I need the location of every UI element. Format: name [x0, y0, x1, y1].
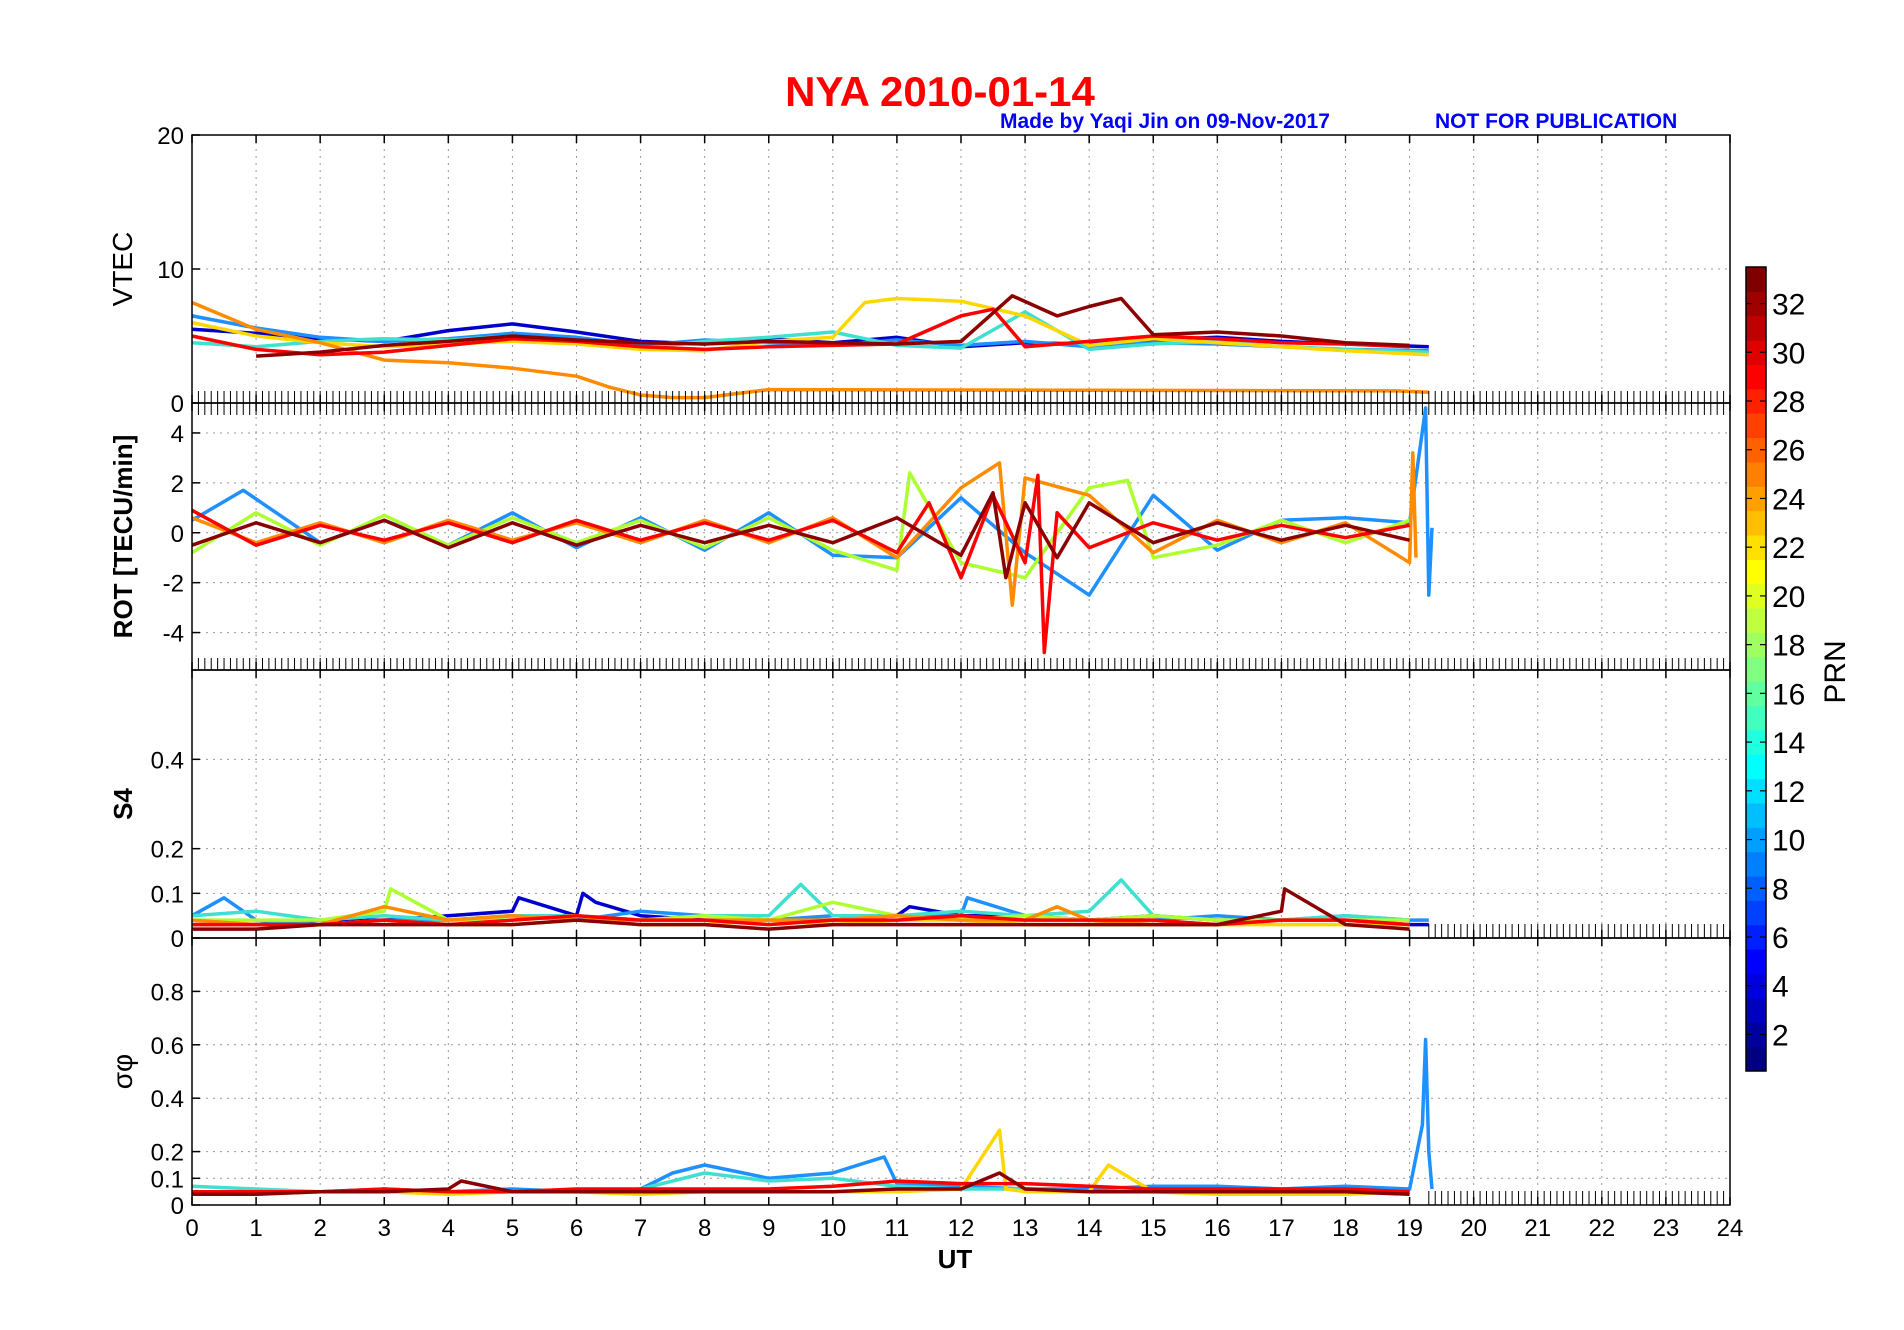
x-tick-label: 20 [1460, 1215, 1487, 1242]
panel-s4: 0 0.1 0.2 0.4 S4 [108, 669, 1731, 953]
y-tick-label: 20 [157, 123, 184, 150]
y-tick-label: 0 [171, 391, 184, 418]
x-tick-label: 1 [249, 1215, 262, 1242]
series-line-sigma_phi-0 [192, 1037, 1434, 1194]
x-tick-label: 10 [819, 1215, 846, 1242]
y-tick-label: 0 [171, 926, 184, 953]
x-tick-label: 19 [1396, 1215, 1423, 1242]
x-tick-label: 23 [1653, 1215, 1680, 1242]
credit-text: Made by Yaqi Jin on 09-Nov-2017 [1000, 110, 1330, 133]
colorbar-tick-label: 22 [1772, 532, 1805, 565]
series-line-rot-4 [191, 491, 1410, 580]
x-tick-label: 4 [442, 1215, 455, 1242]
y-tick-label: 0.4 [151, 747, 184, 774]
y-axis-label-vtec: VTEC [107, 232, 138, 307]
y-tick-label: 0.8 [151, 979, 184, 1006]
y-tick-label: 0.2 [151, 1140, 184, 1167]
colorbar-segment [1746, 1046, 1766, 1072]
colorbar-segment [1746, 510, 1766, 536]
colorbar-tick-label: 14 [1772, 727, 1805, 760]
colorbar-tick-label: 20 [1772, 581, 1805, 614]
series-line-rot-3 [191, 473, 1410, 655]
colorbar-tick-label: 6 [1772, 922, 1789, 955]
y-tick-label: 0 [171, 521, 184, 548]
colorbar-segment [1746, 315, 1766, 341]
x-tick-label: 24 [1717, 1215, 1744, 1242]
colorbar-tick-label: 4 [1772, 971, 1789, 1004]
y-tick-label: -4 [163, 621, 184, 648]
y-tick-label: 4 [171, 421, 184, 448]
x-axis-label: UT [938, 1244, 973, 1274]
colorbar-segment [1746, 754, 1766, 780]
x-tick-label: 14 [1076, 1215, 1103, 1242]
colorbar-segment [1746, 949, 1766, 975]
x-tick-label: 13 [1012, 1215, 1039, 1242]
x-tick-label: 11 [884, 1215, 909, 1242]
colorbar: 2468101214161820222426283032PRN [1745, 266, 1852, 1072]
colorbar-tick-label: 26 [1772, 435, 1805, 468]
y-tick-label: 2 [171, 471, 184, 498]
y-axis-label-sigma_phi: σφ [107, 1054, 138, 1089]
x-tick-label: 15 [1140, 1215, 1167, 1242]
chart-figure: NYA 2010-01-14 Made by Yaqi Jin on 09-No… [107, 68, 1852, 1274]
colorbar-segment [1746, 461, 1766, 487]
colorbar-tick-label: 24 [1772, 483, 1805, 516]
series-line-sigma_phi-2 [191, 1128, 1410, 1197]
y-tick-label: 0 [171, 1193, 184, 1220]
x-tick-label: 8 [698, 1215, 711, 1242]
colorbar-segment [1746, 851, 1766, 877]
x-tick-label: 22 [1588, 1215, 1615, 1242]
colorbar-tick-label: 30 [1772, 337, 1805, 370]
x-tick-label: 21 [1524, 1215, 1551, 1242]
colorbar-tick-label: 16 [1772, 678, 1805, 711]
x-tick-label: 0 [185, 1215, 198, 1242]
colorbar-tick-label: 8 [1772, 873, 1789, 906]
colorbar-tick-label: 18 [1772, 630, 1805, 663]
x-tick-label: 6 [570, 1215, 583, 1242]
y-tick-label: -2 [163, 571, 184, 598]
y-tick-label: 0.6 [151, 1033, 184, 1060]
y-tick-label: 0.2 [151, 837, 184, 864]
notice-text: NOT FOR PUBLICATION [1435, 110, 1677, 133]
colorbar-segment [1746, 656, 1766, 682]
x-tick-label: 16 [1204, 1215, 1231, 1242]
y-tick-label: 0.1 [151, 1166, 184, 1193]
y-axis-label-s4: S4 [108, 788, 138, 820]
colorbar-segment [1746, 803, 1766, 828]
x-tick-label: 18 [1332, 1215, 1359, 1242]
panel-sigma_phi: 00.10.2 0.4 0.6 0.8 σφ [107, 937, 1731, 1220]
colorbar-segment [1746, 267, 1766, 292]
x-tick-label: 3 [378, 1215, 391, 1242]
colorbar-segment [1746, 559, 1766, 585]
colorbar-segment [1746, 900, 1766, 926]
colorbar-label: PRN [1819, 640, 1852, 703]
x-tick-label: 5 [506, 1215, 519, 1242]
colorbar-segment [1746, 413, 1766, 439]
colorbar-tick-label: 2 [1772, 1019, 1789, 1052]
series-line-rot-0 [191, 406, 1434, 597]
colorbar-segment [1746, 705, 1766, 731]
x-tick-label: 17 [1268, 1215, 1295, 1242]
y-tick-label: 10 [157, 257, 184, 284]
x-tick-label: 2 [313, 1215, 326, 1242]
panel-rot: -4 -2 0 2 4 ROT [TECU/min] [108, 402, 1731, 671]
y-axis-label-rot: ROT [TECU/min] [108, 435, 138, 639]
colorbar-segment [1746, 997, 1766, 1023]
colorbar-tick-label: 10 [1772, 825, 1805, 858]
series-line-vtec-4 [191, 300, 1429, 400]
chart-panels: 01020VTEC-4-2024ROT [TECU/min]00.10.20.4… [107, 123, 1743, 1242]
panel-vtec: 0 10 20 VTEC [107, 123, 1731, 418]
y-tick-label: 0.1 [151, 881, 184, 908]
colorbar-tick-label: 32 [1772, 289, 1805, 322]
colorbar-segment [1746, 364, 1766, 390]
x-tick-label: 9 [762, 1215, 775, 1242]
chart-title: NYA 2010-01-14 [785, 68, 1095, 115]
colorbar-tick-label: 28 [1772, 386, 1805, 419]
colorbar-segment [1746, 608, 1766, 633]
colorbar-tick-label: 12 [1772, 776, 1805, 809]
x-tick-label: 7 [634, 1215, 647, 1242]
y-tick-label: 0.4 [151, 1086, 184, 1113]
x-tick-label: 12 [948, 1215, 975, 1242]
